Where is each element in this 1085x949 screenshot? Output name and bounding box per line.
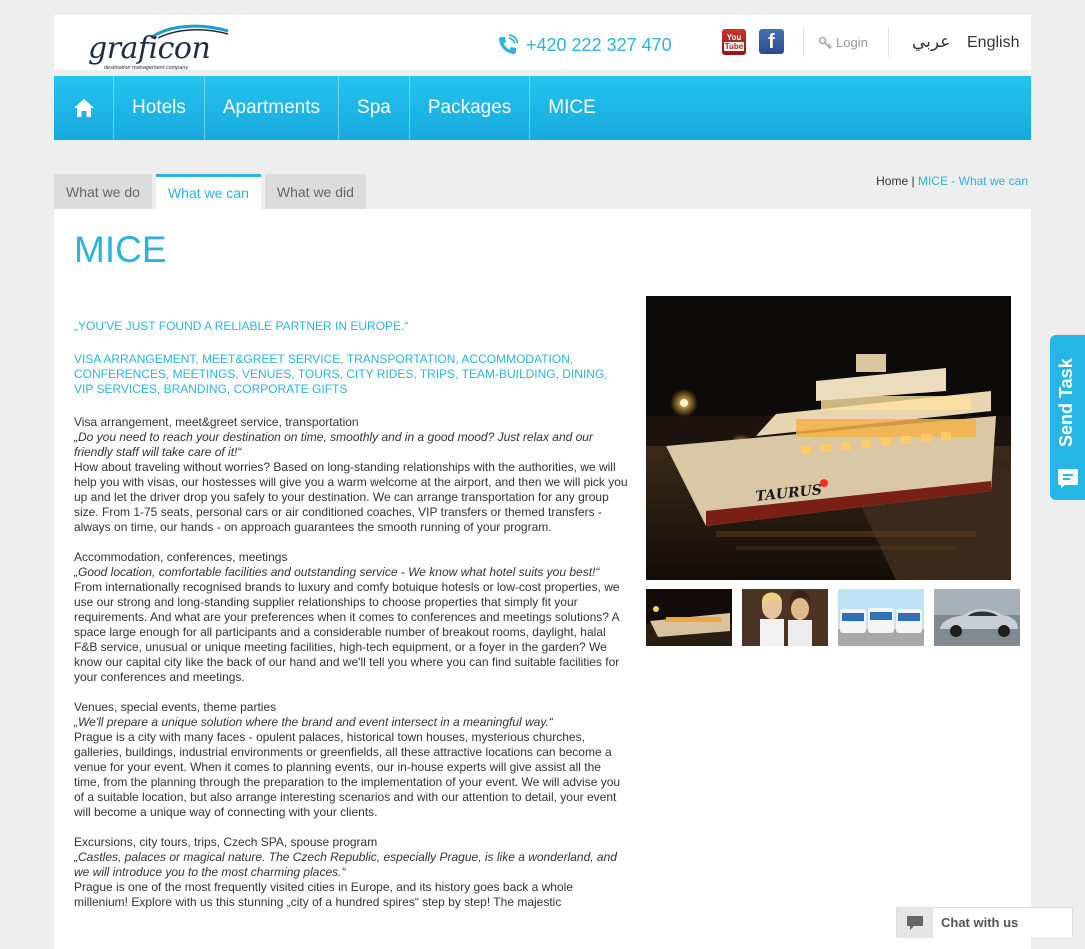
youtube-icon[interactable]: You Tube: [722, 29, 746, 55]
site-header: graficon destination management company …: [54, 15, 1031, 71]
intro-quote: „YOU'VE JUST FOUND A RELIABLE PARTNER IN…: [74, 319, 409, 333]
section-excursions: Excursions, city tours, trips, Czech SPA…: [74, 835, 629, 910]
header-divider: [888, 27, 889, 57]
section-quote: „Castles, palaces or magical nature. The…: [74, 850, 617, 879]
tab-what-we-can[interactable]: What we can: [155, 174, 261, 209]
section-body: Prague is one of the most frequently vis…: [74, 880, 573, 909]
nav-home[interactable]: [54, 76, 114, 140]
section-tabs: What we do What we can What we did: [54, 174, 366, 209]
breadcrumb: Home | MICE - What we can: [876, 174, 1028, 188]
main-photo-boat[interactable]: TAURUS: [646, 296, 1011, 580]
breadcrumb-separator: |: [911, 174, 915, 188]
section-accommodation: Accommodation, conferences, meetings „Go…: [74, 550, 629, 685]
chat-bubble-icon: [897, 907, 933, 938]
phone-number: +420 222 327 470: [526, 34, 672, 55]
login-label: Login: [836, 35, 868, 50]
content-panel: MICE „YOU'VE JUST FOUND A RELIABLE PARTN…: [54, 209, 1031, 949]
article-text: „YOU'VE JUST FOUND A RELIABLE PARTNER IN…: [74, 319, 629, 925]
photo-thumbnails: [646, 589, 1020, 646]
section-quote: „We'll prepare a unique solution where t…: [74, 715, 553, 729]
phone-icon: [499, 34, 518, 54]
section-quote: „Good location, comfortable facilities a…: [74, 565, 600, 579]
page-title: MICE: [74, 229, 167, 270]
login-link[interactable]: Login: [818, 35, 868, 50]
logo-tagline: destination management company: [104, 65, 189, 71]
section-title: Venues, special events, theme parties: [74, 700, 277, 714]
thumbnail-coaches[interactable]: [838, 589, 924, 646]
tab-what-we-did[interactable]: What we did: [264, 174, 366, 209]
section-quote: „Do you need to reach your destination o…: [74, 430, 593, 459]
breadcrumb-home[interactable]: Home: [876, 174, 908, 188]
section-venues: Venues, special events, theme parties „W…: [74, 700, 629, 820]
facebook-letter: f: [768, 31, 775, 53]
main-navigation: Hotels Apartments Spa Packages MICE: [54, 76, 1031, 140]
key-icon: [818, 36, 832, 49]
thumbnail-boat[interactable]: [646, 589, 732, 646]
tab-what-we-do[interactable]: What we do: [54, 174, 152, 209]
header-divider: [803, 27, 804, 57]
services-list: VISA ARRANGEMENT, MEET&GREET SERVICE, TR…: [74, 352, 608, 396]
task-icon: [1058, 469, 1078, 488]
graficon-logo[interactable]: graficon destination management company: [88, 23, 229, 71]
section-visa: Visa arrangement, meet&greet service, tr…: [74, 415, 629, 535]
thumbnail-car[interactable]: [934, 589, 1020, 646]
thumbnail-hostesses[interactable]: [742, 589, 828, 646]
chat-widget[interactable]: Chat with us: [896, 907, 1073, 938]
thumbnail-hostesses-image: [742, 589, 828, 646]
facebook-icon[interactable]: f: [759, 29, 784, 54]
section-body: How about traveling without worries? Bas…: [74, 460, 628, 534]
send-task-label: Send Task: [1056, 358, 1076, 447]
section-title: Accommodation, conferences, meetings: [74, 550, 288, 564]
nav-hotels[interactable]: Hotels: [114, 76, 205, 140]
youtube-text-bottom: Tube: [723, 42, 745, 51]
thumbnail-car-image: [934, 589, 1020, 646]
send-task-tab[interactable]: Send Task: [1050, 335, 1085, 500]
language-arabic-link[interactable]: عربي: [912, 32, 950, 52]
nav-packages[interactable]: Packages: [410, 76, 531, 140]
phone-contact[interactable]: +420 222 327 470: [496, 34, 672, 56]
youtube-text-top: You: [726, 33, 742, 42]
language-english-link[interactable]: English: [967, 34, 1019, 52]
section-title: Excursions, city tours, trips, Czech SPA…: [74, 835, 378, 849]
section-body: From internationally recognised brands t…: [74, 580, 620, 684]
nav-mice[interactable]: MICE: [530, 76, 614, 140]
nav-spa[interactable]: Spa: [339, 76, 410, 140]
thumbnail-coaches-image: [838, 589, 924, 646]
thumbnail-boat-image: [646, 589, 732, 646]
logo-text: graficon: [88, 31, 211, 66]
chat-label: Chat with us: [941, 915, 1019, 930]
breadcrumb-current[interactable]: MICE - What we can: [918, 174, 1028, 188]
home-icon: [73, 99, 94, 117]
boat-photo: TAURUS: [646, 296, 1011, 580]
section-title: Visa arrangement, meet&greet service, tr…: [74, 415, 359, 429]
nav-apartments[interactable]: Apartments: [205, 76, 340, 140]
social-links: You Tube f: [722, 29, 784, 55]
section-body: Prague is a city with many faces - opule…: [74, 730, 621, 819]
